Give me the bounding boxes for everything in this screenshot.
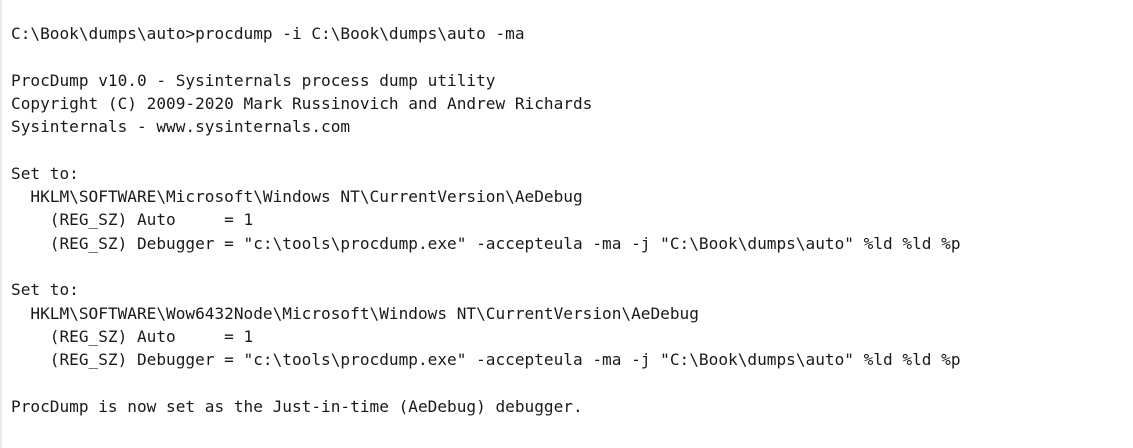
banner-copyright: Copyright (C) 2009-2020 Mark Russinovich… <box>11 93 593 113</box>
banner-website: Sysinternals - www.sysinternals.com <box>11 117 351 137</box>
command-line: C:\Book\dumps\auto>procdump -i C:\Book\d… <box>11 24 525 43</box>
registry-value-auto-wow64: (REG_SZ) Auto = 1 <box>11 326 254 346</box>
window-left-edge <box>0 0 2 448</box>
console-output: C:\Book\dumps\auto>procdump -i C:\Book\d… <box>0 0 1133 448</box>
registry-key-path-wow64: HKLM\SOFTWARE\Wow6432Node\Microsoft\Wind… <box>11 303 699 323</box>
registry-value-debugger: (REG_SZ) Debugger = "c:\tools\procdump.e… <box>11 233 961 253</box>
registry-value-debugger-wow64: (REG_SZ) Debugger = "c:\tools\procdump.e… <box>11 350 961 370</box>
status-message: ProcDump is now set as the Just-in-time … <box>11 396 583 416</box>
set-to-heading: Set to: <box>11 163 79 183</box>
banner-title: ProcDump v10.0 - Sysinternals process du… <box>11 70 496 90</box>
registry-key-path: HKLM\SOFTWARE\Microsoft\Windows NT\Curre… <box>11 187 583 207</box>
registry-value-auto: (REG_SZ) Auto = 1 <box>11 210 254 230</box>
set-to-heading: Set to: <box>11 280 79 300</box>
